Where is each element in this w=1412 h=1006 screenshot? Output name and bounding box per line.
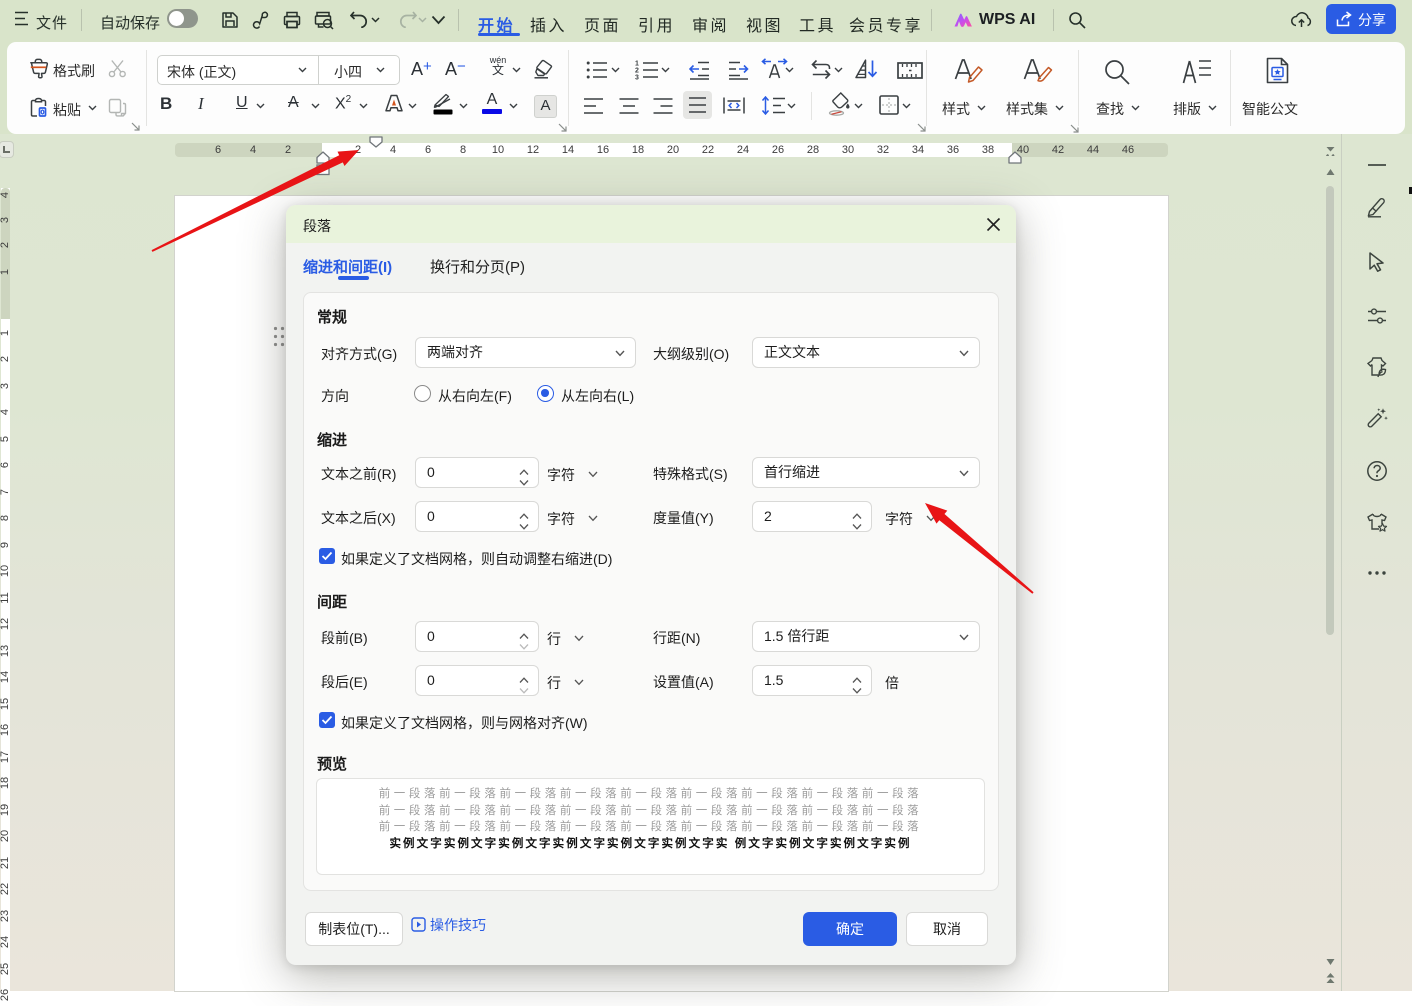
svg-text:1: 1 xyxy=(635,61,639,68)
svg-text:2: 2 xyxy=(635,68,639,75)
svg-text:3: 3 xyxy=(635,75,639,82)
